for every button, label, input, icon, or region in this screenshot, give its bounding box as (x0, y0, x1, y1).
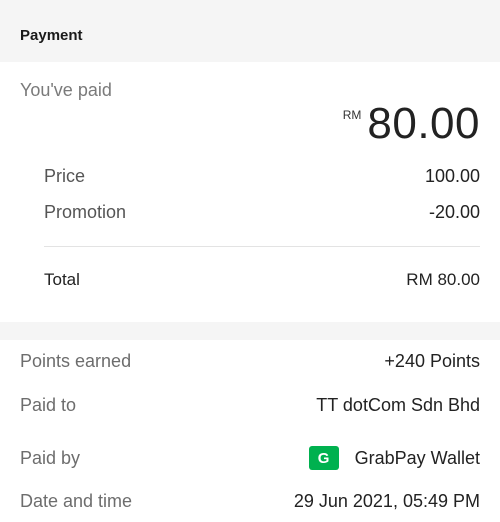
date-time-row: Date and time 29 Jun 2021, 05:49 PM (20, 491, 480, 512)
date-time-label: Date and time (20, 491, 133, 511)
divider (44, 246, 480, 247)
points-earned-label: Points earned (20, 351, 132, 371)
page-title: Payment (20, 27, 83, 44)
currency-code: RM (342, 108, 362, 122)
payment-header: Payment (0, 0, 500, 62)
grabpay-wallet-icon: G (308, 446, 339, 470)
paid-to-value: TT dotCom Sdn Bhd (316, 395, 480, 415)
paid-label: You've paid (20, 80, 112, 100)
date-time-value: 29 Jun 2021, 05:49 PM (293, 491, 480, 511)
points-earned-row: Points earned +240 Points (20, 351, 480, 372)
paid-amount: RM 80.00 (343, 102, 480, 146)
paid-by-value: G GrabPay Wallet (308, 446, 480, 470)
paid-by-row: Paid by G GrabPay Wallet (20, 446, 480, 470)
paid-by-method: GrabPay Wallet (354, 447, 480, 468)
price-row: Price 100.00 (44, 166, 480, 187)
payment-summary-card: You've paid RM 80.00 Price 100.00 Promot… (0, 62, 500, 322)
total-label: Total (44, 270, 80, 289)
promotion-row: Promotion -20.00 (44, 202, 480, 223)
promotion-label: Promotion (44, 202, 127, 222)
paid-to-row: Paid to TT dotCom Sdn Bhd (20, 395, 480, 416)
payment-details: Points earned +240 Points Paid to TT dot… (0, 340, 500, 522)
section-separator (0, 322, 500, 340)
promotion-value: -20.00 (428, 202, 480, 222)
total-row: Total RM 80.00 (44, 270, 480, 290)
amount-value: 80.00 (367, 99, 480, 148)
price-label: Price (44, 166, 86, 186)
paid-to-label: Paid to (20, 395, 77, 415)
price-value: 100.00 (424, 166, 480, 186)
total-value: RM 80.00 (406, 270, 480, 289)
paid-by-label: Paid by (20, 447, 81, 468)
points-earned-value: +240 Points (384, 351, 480, 371)
